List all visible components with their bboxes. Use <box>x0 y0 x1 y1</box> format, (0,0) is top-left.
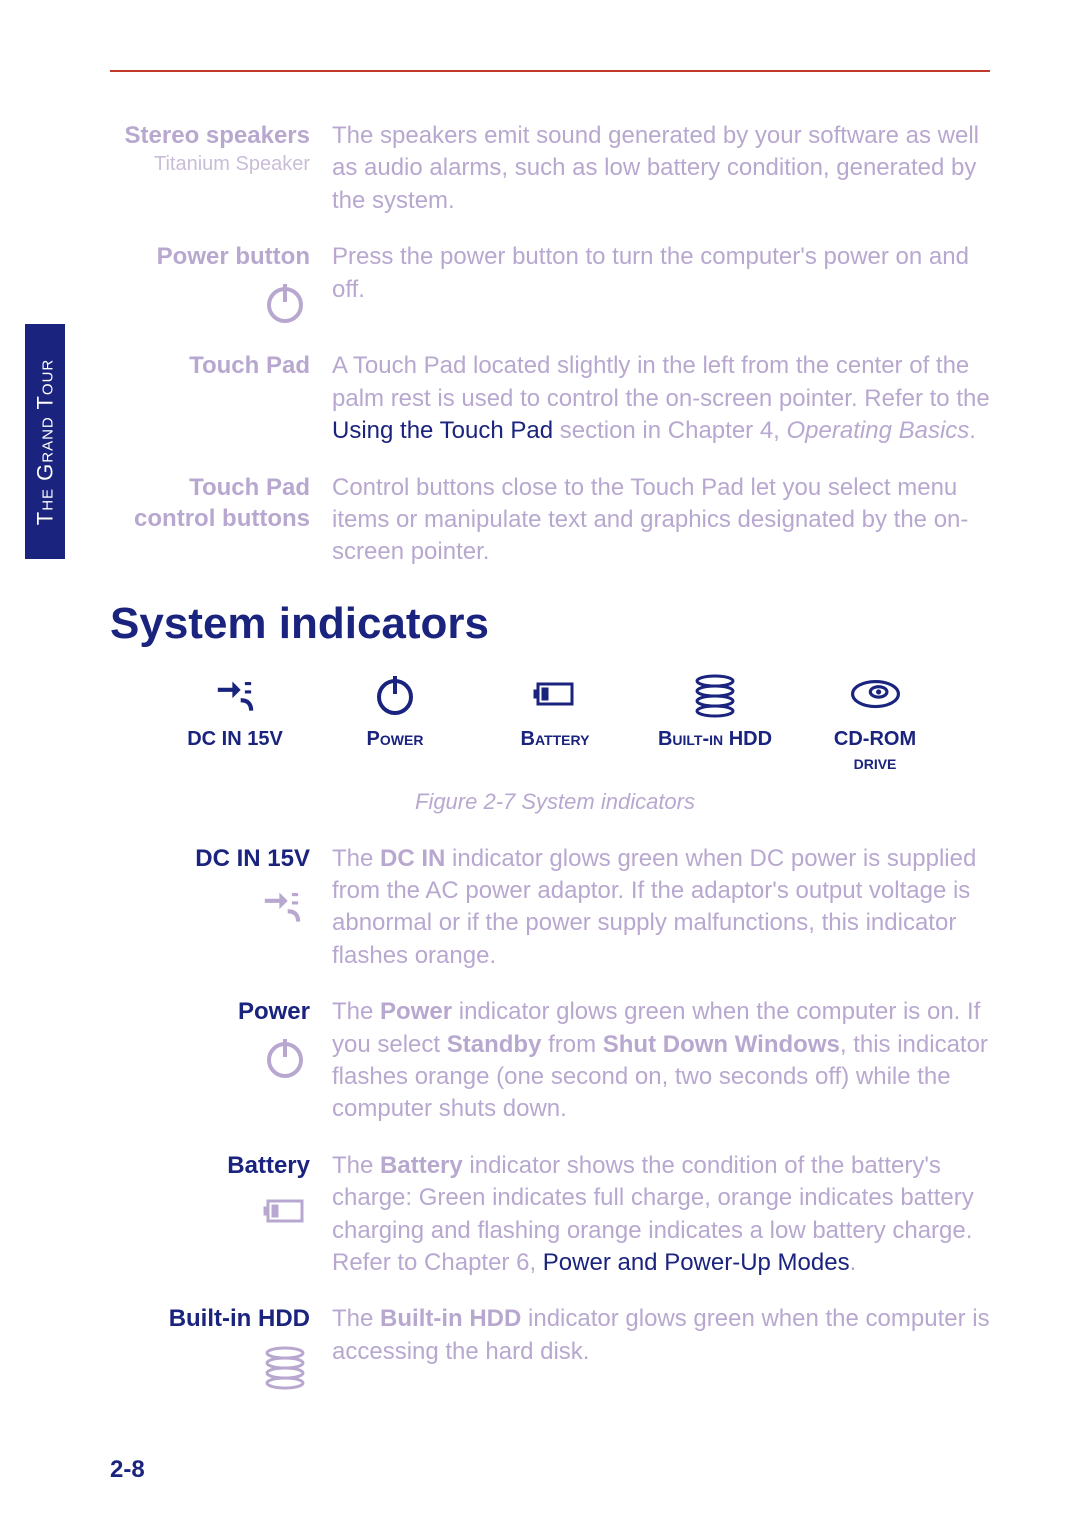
label-text: Touch Pad <box>189 352 310 379</box>
definition-body: Control buttons close to the Touch Pad l… <box>332 472 1000 569</box>
definition-row: Power button Press the power button to t… <box>110 241 1000 326</box>
sidebar-tab: The Grand Tour <box>25 324 65 559</box>
indicator-col-dcin: DC IN 15V <box>175 669 295 775</box>
label-text: DC IN 15V <box>195 845 310 872</box>
bold-text: Built-in HDD <box>380 1305 521 1332</box>
indicator-col-cdrom: CD-ROM drive <box>815 669 935 775</box>
em-text: Operating Basics <box>787 417 970 444</box>
indicator-body: The Power indicator glows green when the… <box>332 996 1000 1126</box>
indicator-row: Built-in HDD The Built-in HDD indicator … <box>110 1303 1000 1390</box>
figure-caption: Figure 2-7 System indicators <box>110 789 1000 815</box>
indicator-row: Power The Power indicator glows green wh… <box>110 996 1000 1126</box>
indicator-row: Battery The Battery indicator shows the … <box>110 1150 1000 1280</box>
indicator-label-col: DC IN 15V <box>110 843 310 973</box>
indicator-label: CD-ROM drive <box>815 727 935 775</box>
body-text: The <box>332 845 380 872</box>
indicator-label: Built-in HDD <box>658 727 772 751</box>
label-text: Stereo speakers <box>125 122 310 149</box>
body-text: The <box>332 998 380 1025</box>
section-heading: System indicators <box>110 599 1000 649</box>
indicator-body: The DC IN indicator glows green when DC … <box>332 843 1000 973</box>
indicator-label: DC IN 15V <box>187 727 283 751</box>
definition-body: Press the power button to turn the compu… <box>332 241 1000 326</box>
definition-body: A Touch Pad located slightly in the left… <box>332 350 1000 447</box>
bold-text: Power <box>380 998 452 1025</box>
power-icon <box>110 278 310 326</box>
definition-row: Touch Pad control buttons Control button… <box>110 472 1000 569</box>
body-text: section in Chapter 4, <box>553 417 786 444</box>
link-text: Using the Touch Pad <box>332 417 553 444</box>
link-text: Power and Power-Up Modes <box>543 1249 850 1276</box>
definition-label: Touch Pad control buttons <box>110 472 310 569</box>
body-text: . <box>850 1249 857 1276</box>
top-rule <box>110 70 990 72</box>
indicator-row: DC IN 15V The DC IN indicator glows gree… <box>110 843 1000 973</box>
definition-label: Stereo speakers Titanium Speaker <box>110 120 310 217</box>
indicator-body: The Built-in HDD indicator glows green w… <box>332 1303 1000 1390</box>
indicator-label-col: Built-in HDD <box>110 1303 310 1390</box>
indicator-icon-row: DC IN 15V Power Battery Built-in HDD CD-… <box>110 669 1000 775</box>
definition-row: Stereo speakers Titanium Speaker The spe… <box>110 120 1000 217</box>
definition-label: Touch Pad <box>110 350 310 447</box>
body-text: . <box>969 417 976 444</box>
label-sub: Titanium Speaker <box>110 151 310 177</box>
bold-text: Standby <box>447 1031 542 1058</box>
power-icon <box>110 1033 310 1081</box>
bold-text: DC IN <box>380 845 445 872</box>
battery-icon <box>110 1187 310 1235</box>
indicator-col-hdd: Built-in HDD <box>655 669 775 775</box>
page-number: 2-8 <box>110 1456 145 1484</box>
label-text: Built-in HDD <box>169 1305 310 1332</box>
bold-text: Battery <box>380 1152 463 1179</box>
indicator-col-power: Power <box>335 669 455 775</box>
body-text: The <box>332 1305 380 1332</box>
definition-row: Touch Pad A Touch Pad located slightly i… <box>110 350 1000 447</box>
definition-label: Power button <box>110 241 310 326</box>
sidebar-label: The Grand Tour <box>32 358 58 525</box>
label-text: Touch Pad control buttons <box>134 474 310 532</box>
hdd-icon <box>110 1341 310 1391</box>
plug-icon <box>110 880 310 930</box>
label-text: Battery <box>227 1152 310 1179</box>
body-text: The <box>332 1152 380 1179</box>
body-text: from <box>541 1031 602 1058</box>
label-text: Power <box>238 998 310 1025</box>
indicator-label-col: Power <box>110 996 310 1126</box>
indicator-label: Battery <box>521 727 590 751</box>
definition-body: The speakers emit sound generated by you… <box>332 120 1000 217</box>
indicator-col-battery: Battery <box>495 669 615 775</box>
indicator-label-col: Battery <box>110 1150 310 1280</box>
bold-text: Shut Down Windows <box>603 1031 840 1058</box>
label-text: Power button <box>157 243 310 270</box>
body-text: A Touch Pad located slightly in the left… <box>332 352 990 411</box>
indicator-label: Power <box>367 727 424 751</box>
indicator-body: The Battery indicator shows the conditio… <box>332 1150 1000 1280</box>
page-content: Stereo speakers Titanium Speaker The spe… <box>110 120 1000 1415</box>
